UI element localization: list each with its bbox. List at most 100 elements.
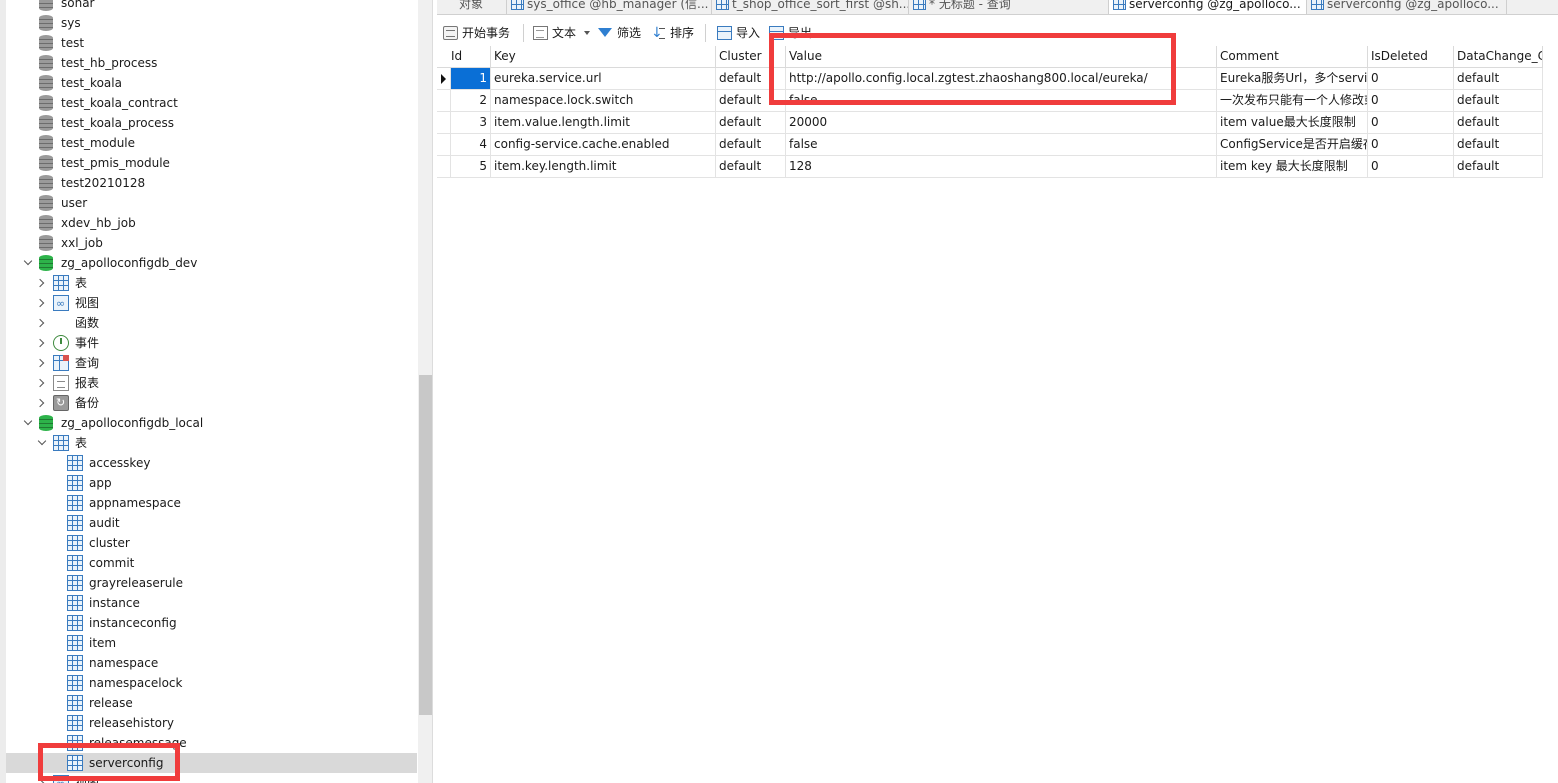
tree-item-category[interactable]: 视图 [6, 293, 417, 313]
tree-item-table[interactable]: commit [6, 553, 417, 573]
cell-key[interactable]: config-service.cache.enabled [491, 134, 716, 156]
table-row[interactable]: 5 item.key.length.limit default 128 item key… [437, 156, 1558, 178]
tab-3[interactable]: * 无标题 - 查询 [909, 0, 1109, 14]
tree-item-table[interactable]: instance [6, 593, 417, 613]
tree-item-table[interactable]: audit [6, 513, 417, 533]
navigator-scrollbar-thumb[interactable] [419, 375, 432, 715]
cell-isdeleted[interactable]: 0 [1368, 68, 1454, 90]
column-header-comment[interactable]: Comment [1217, 46, 1368, 68]
cell-datachange[interactable]: default [1454, 156, 1543, 178]
tree-item-table[interactable]: grayreleaserule [6, 573, 417, 593]
tree-item-category[interactable]: 备份 [6, 393, 417, 413]
table-row[interactable]: 1 eureka.service.url default http://apollo.… [437, 68, 1558, 90]
tree-item-database[interactable]: sys [6, 13, 417, 33]
cell-key[interactable]: item.value.length.limit [491, 112, 716, 134]
cell-comment[interactable]: item value最大长度限制 [1217, 112, 1368, 134]
chevron-down-icon[interactable] [23, 416, 33, 426]
chevron-right-icon[interactable] [35, 378, 45, 388]
cell-key[interactable]: namespace.lock.switch [491, 90, 716, 112]
cell-cluster[interactable]: default [716, 134, 786, 156]
export-button[interactable]: 导出 [769, 22, 812, 44]
column-header-value[interactable]: Value [786, 46, 1217, 68]
cell-comment[interactable]: item key 最大长度限制 [1217, 156, 1368, 178]
cell-id[interactable]: 2 [451, 90, 491, 112]
column-header-datachange[interactable]: DataChange_C [1454, 46, 1543, 68]
tree-item-database[interactable]: test_koala [6, 73, 417, 93]
tree-item-database[interactable]: test20210128 [6, 173, 417, 193]
row-indicator[interactable] [437, 134, 451, 156]
column-header-id[interactable]: Id [437, 46, 491, 68]
chevron-down-icon[interactable] [37, 436, 47, 446]
column-header-isdeleted[interactable]: IsDeleted [1368, 46, 1454, 68]
cell-isdeleted[interactable]: 0 [1368, 134, 1454, 156]
tab-2[interactable]: t_shop_office_sort_first @sh... [712, 0, 909, 14]
cell-datachange[interactable]: default [1454, 134, 1543, 156]
tree-item-database[interactable]: xdev_hb_job [6, 213, 417, 233]
tree-item-views[interactable]: 视图 [6, 773, 417, 783]
tree-item-table[interactable]: release [6, 693, 417, 713]
tab-5[interactable]: serverconfig @zg_apolloco... [1307, 0, 1507, 14]
tree-item-category[interactable]: 查询 [6, 353, 417, 373]
tree-item-table[interactable]: releasehistory [6, 713, 417, 733]
cell-value[interactable]: false [786, 134, 1217, 156]
tree-item-database[interactable]: test_koala_contract [6, 93, 417, 113]
tree-item-database[interactable]: test_hb_process [6, 53, 417, 73]
cell-id[interactable]: 1 [451, 68, 491, 90]
tree-item-table[interactable]: instanceconfig [6, 613, 417, 633]
cell-comment[interactable]: 一次发布只能有一个人修改或 [1217, 90, 1368, 112]
tree-item-database[interactable]: xxl_job [6, 233, 417, 253]
cell-comment[interactable]: Eureka服务Url，多个servic [1217, 68, 1368, 90]
table-row[interactable]: 2 namespace.lock.switch default false 一次发布只能… [437, 90, 1558, 112]
row-indicator[interactable] [437, 90, 451, 112]
tree-item-category[interactable]: 表 [6, 273, 417, 293]
cell-value[interactable]: http://apollo.config.local.zgtest.zhaosh… [786, 68, 1217, 90]
cell-key[interactable]: eureka.service.url [491, 68, 716, 90]
tree-item-database[interactable]: sonar [6, 0, 417, 13]
cell-cluster[interactable]: default [716, 156, 786, 178]
cell-cluster[interactable]: default [716, 90, 786, 112]
tree-item-category[interactable]: 报表 [6, 373, 417, 393]
cell-datachange[interactable]: default [1454, 112, 1543, 134]
tab-1[interactable]: sys_office @hb_manager (信... [507, 0, 712, 14]
text-view-button[interactable]: 文本 [533, 22, 576, 44]
cell-id[interactable]: 3 [451, 112, 491, 134]
tree-item-table[interactable]: cluster [6, 533, 417, 553]
tree-item-category[interactable]: 事件 [6, 333, 417, 353]
tree-item-category[interactable]: 函数 [6, 313, 417, 333]
cell-id[interactable]: 5 [451, 156, 491, 178]
cell-isdeleted[interactable]: 0 [1368, 112, 1454, 134]
cell-isdeleted[interactable]: 0 [1368, 90, 1454, 112]
tree-item-table[interactable]: app [6, 473, 417, 493]
cell-value[interactable]: 20000 [786, 112, 1217, 134]
row-indicator[interactable] [437, 156, 451, 178]
column-header-key[interactable]: Key [491, 46, 716, 68]
cell-key[interactable]: item.key.length.limit [491, 156, 716, 178]
tree-item-table[interactable]: serverconfig [6, 753, 417, 773]
tree-item-database-dev[interactable]: zg_apolloconfigdb_dev [6, 253, 417, 273]
cell-datachange[interactable]: default [1454, 90, 1543, 112]
chevron-right-icon[interactable] [35, 398, 45, 408]
cell-datachange[interactable]: default [1454, 68, 1543, 90]
tab-0[interactable]: 对象 [437, 0, 507, 14]
import-button[interactable]: 导入 [717, 22, 760, 44]
tab-4[interactable]: serverconfig @zg_apolloco... [1109, 0, 1307, 14]
chevron-down-icon[interactable] [584, 31, 590, 35]
chevron-right-icon[interactable] [35, 338, 45, 348]
row-indicator[interactable] [437, 68, 451, 90]
cell-isdeleted[interactable]: 0 [1368, 156, 1454, 178]
tree-item-table[interactable]: releasemessage [6, 733, 417, 753]
cell-cluster[interactable]: default [716, 68, 786, 90]
table-row[interactable]: 4 config-service.cache.enabled default fals… [437, 134, 1558, 156]
tree-item-tables[interactable]: 表 [6, 433, 417, 453]
tree-item-table[interactable]: accesskey [6, 453, 417, 473]
begin-transaction-button[interactable]: 开始事务 [443, 22, 510, 44]
filter-button[interactable]: 筛选 [598, 22, 641, 44]
tree-item-table[interactable]: namespacelock [6, 673, 417, 693]
chevron-right-icon[interactable] [35, 358, 45, 368]
tree-item-table[interactable]: item [6, 633, 417, 653]
row-indicator[interactable] [437, 112, 451, 134]
tree-item-database-local[interactable]: zg_apolloconfigdb_local [6, 413, 417, 433]
tree-item-table[interactable]: namespace [6, 653, 417, 673]
cell-cluster[interactable]: default [716, 112, 786, 134]
tree-item-database[interactable]: test_module [6, 133, 417, 153]
